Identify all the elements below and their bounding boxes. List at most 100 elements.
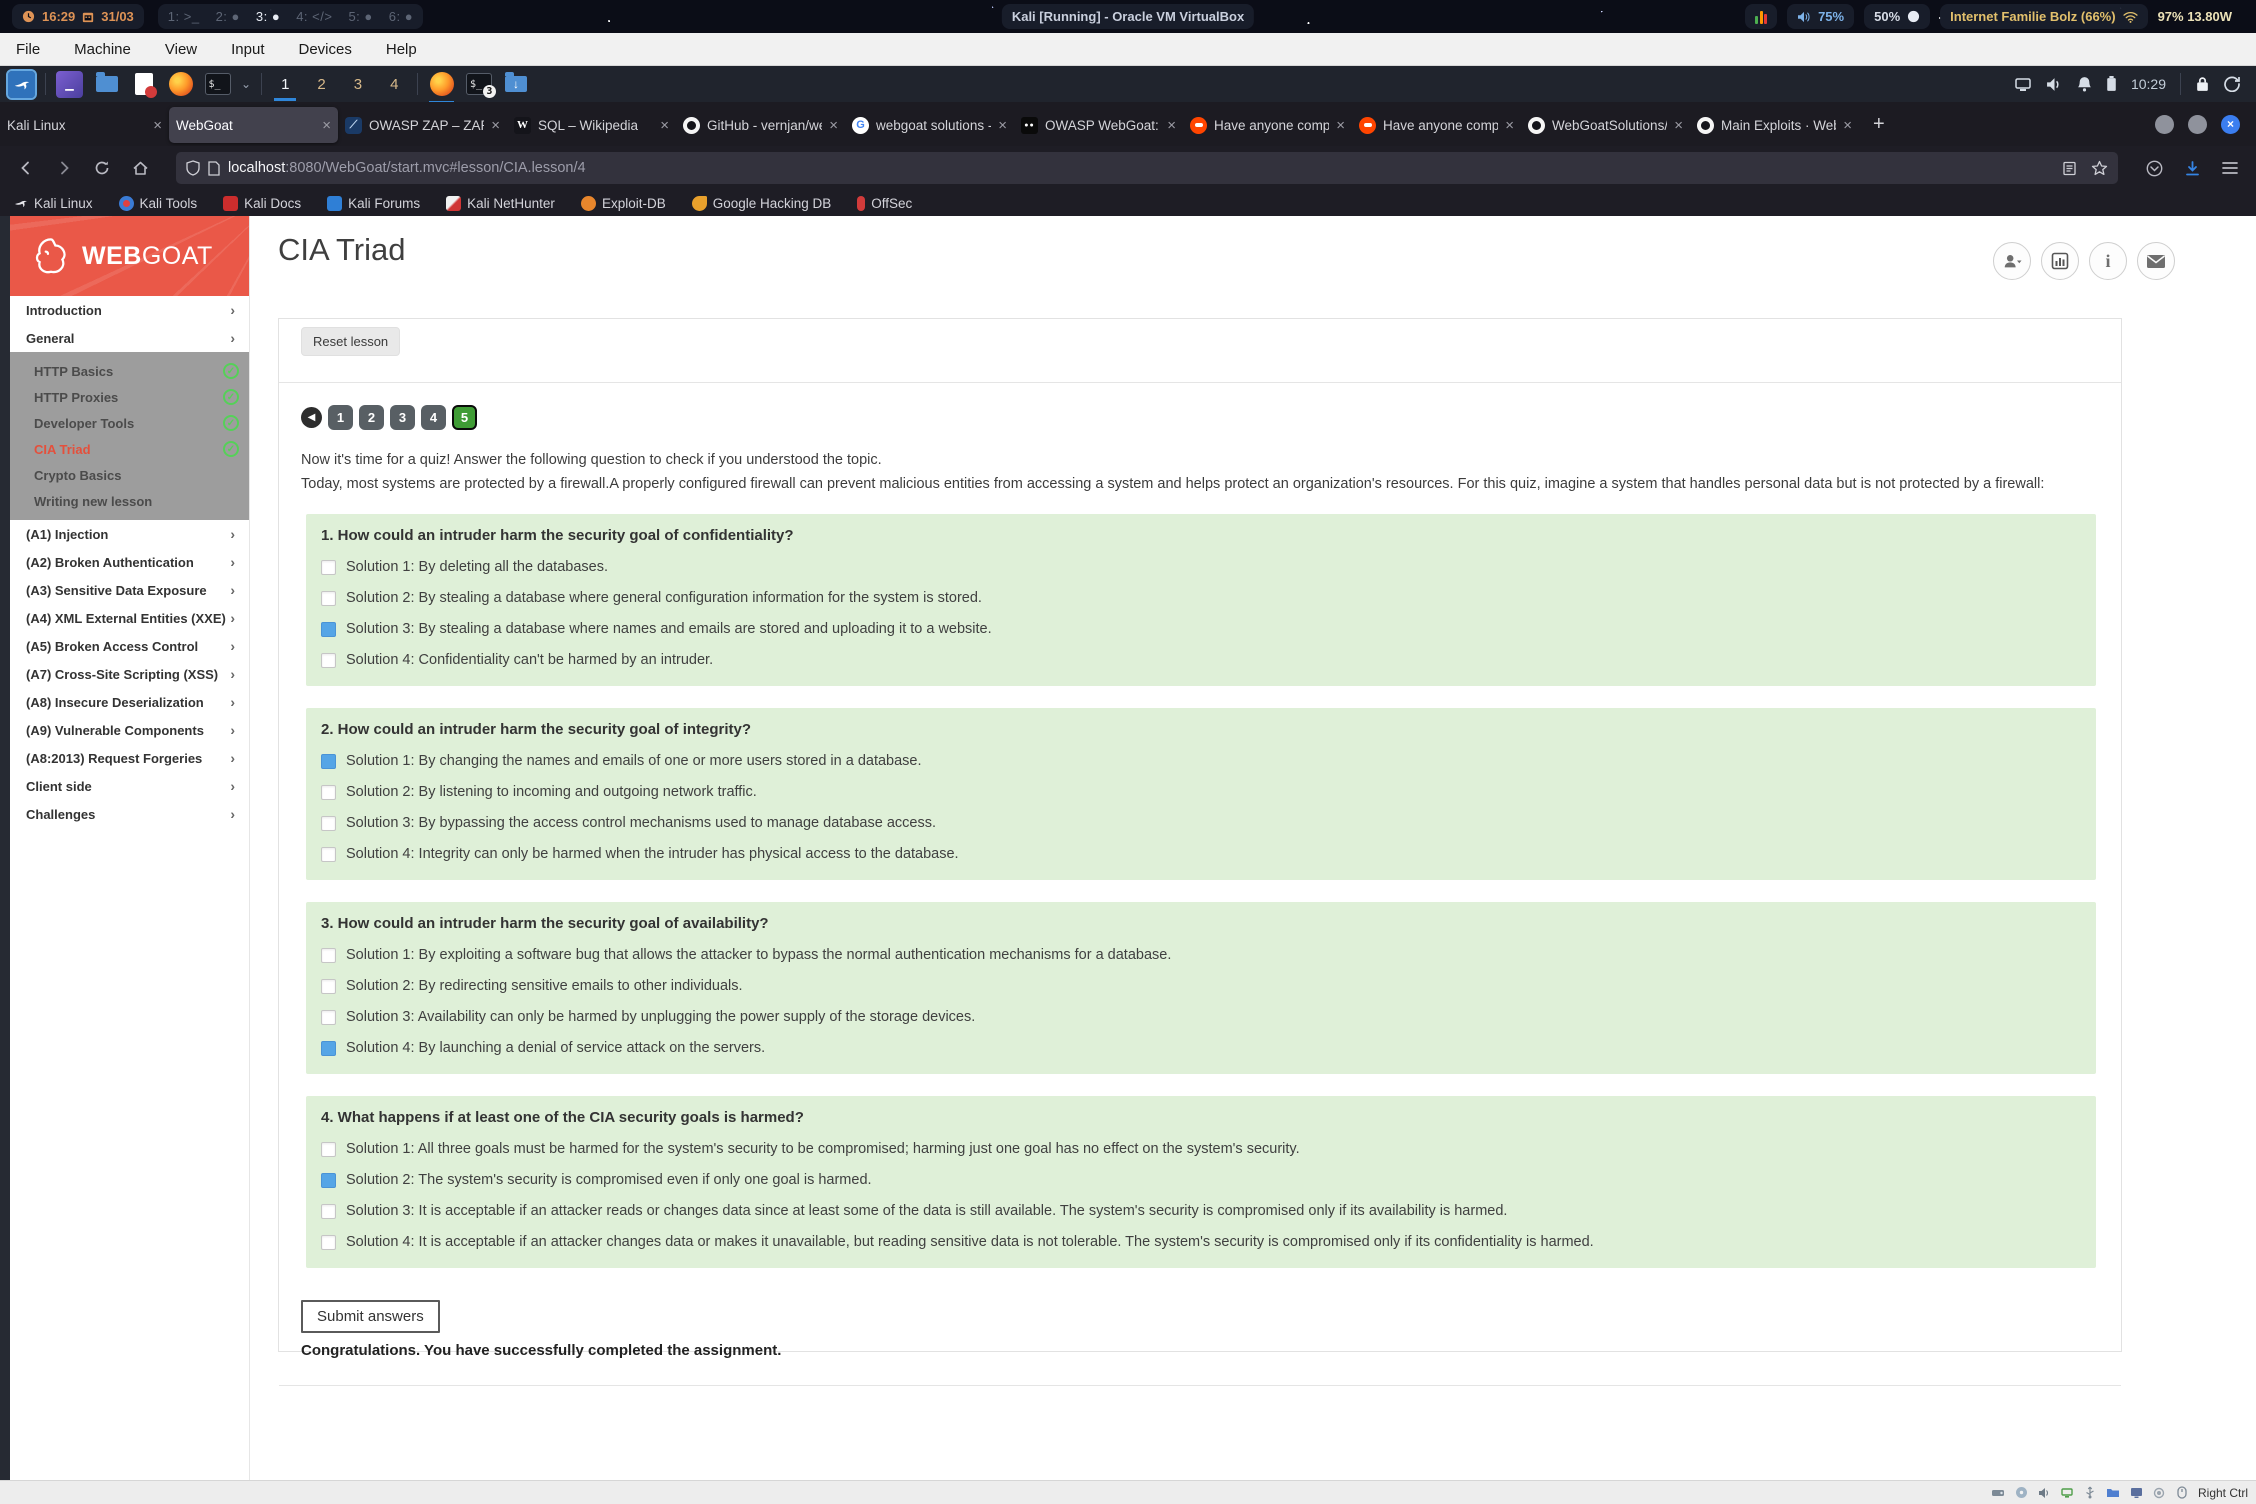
file-manager-launcher[interactable] (93, 71, 120, 98)
checkbox[interactable] (321, 1010, 336, 1025)
tab-close-icon[interactable]: × (1843, 117, 1852, 134)
page-info-icon[interactable] (208, 161, 220, 176)
checkbox[interactable] (321, 816, 336, 831)
sidebar-item-a7-xss[interactable]: (A7) Cross-Site Scripting (XSS)› (10, 660, 249, 688)
kali-menu-button[interactable] (8, 71, 35, 98)
reload-button[interactable] (86, 152, 118, 184)
workspace-3[interactable]: 3: ● (256, 9, 280, 24)
downloads-button[interactable] (2176, 152, 2208, 184)
menu-view[interactable]: View (165, 41, 197, 58)
tab-close-icon[interactable]: × (322, 117, 331, 134)
tab-webgoatsolutions[interactable]: WebGoatSolutions/S × (1521, 107, 1690, 143)
tab-close-icon[interactable]: × (153, 117, 162, 134)
firefox-window-button[interactable] (428, 71, 455, 98)
user-menu-button[interactable] (1993, 242, 2031, 280)
checkbox[interactable] (321, 1142, 336, 1157)
report-card-button[interactable] (2041, 242, 2079, 280)
shared-folders-status-icon[interactable] (2106, 1485, 2121, 1500)
lesson-http-basics[interactable]: HTTP Basics ✓ (10, 358, 249, 384)
menu-devices[interactable]: Devices (299, 41, 352, 58)
tab-kali-linux[interactable]: Kali Linux × (0, 107, 169, 143)
mouse-integration-status-icon[interactable] (2175, 1485, 2190, 1500)
tab-reddit-2[interactable]: Have anyone comple × (1352, 107, 1521, 143)
lesson-writing-new-lesson[interactable]: Writing new lesson ✓ (10, 488, 249, 514)
tab-close-icon[interactable]: × (998, 117, 1007, 134)
checkbox[interactable] (321, 847, 336, 862)
home-button[interactable] (124, 152, 156, 184)
recording-status-icon[interactable] (2152, 1485, 2167, 1500)
downloads-window-button[interactable] (502, 71, 529, 98)
workspace-5[interactable]: 5: ● (348, 9, 372, 24)
back-button[interactable] (10, 152, 42, 184)
answer-option[interactable]: Solution 3: Availability can only be har… (321, 1009, 2081, 1025)
workspace-1[interactable]: 1: >_ (168, 9, 200, 24)
bookmark-kali-docs[interactable]: Kali Docs (223, 196, 301, 211)
tab-webgoat[interactable]: WebGoat × (169, 107, 338, 143)
reset-lesson-button[interactable]: Reset lesson (301, 327, 400, 356)
audio-status-icon[interactable] (2037, 1485, 2052, 1500)
tab-close-icon[interactable]: × (1167, 117, 1176, 134)
vm-workspace-4[interactable]: 4 (381, 67, 407, 101)
sidebar-item-a2-broken-authentication[interactable]: (A2) Broken Authentication› (10, 548, 249, 576)
lesson-cia-triad[interactable]: CIA Triad ✓ (10, 436, 249, 462)
firefox-launcher[interactable] (167, 71, 194, 98)
workspace-6[interactable]: 6: ● (389, 9, 413, 24)
sidebar-item-challenges[interactable]: Challenges› (10, 800, 249, 828)
optical-disk-status-icon[interactable] (2014, 1485, 2029, 1500)
page-button-5[interactable]: 5 (452, 405, 477, 430)
sidebar-item-a8-2013-request-forgeries[interactable]: (A8:2013) Request Forgeries› (10, 744, 249, 772)
bookmark-google-hacking-db[interactable]: Google Hacking DB (692, 196, 832, 211)
checkbox[interactable] (321, 948, 336, 963)
url-bar[interactable]: localhost:8080/WebGoat/start.mvc#lesson/… (176, 152, 2118, 184)
answer-option[interactable]: Solution 2: By listening to incoming and… (321, 784, 2081, 800)
workspace-switcher[interactable]: 1: >_ 2: ● 3: ● 4: </> 5: ● 6: ● (158, 4, 423, 29)
checkbox[interactable] (321, 560, 336, 575)
checkbox[interactable] (321, 622, 336, 637)
tab-sql-wikipedia[interactable]: W SQL – Wikipedia × (507, 107, 676, 143)
display-status-icon[interactable] (2129, 1485, 2144, 1500)
bookmark-star-icon[interactable] (2091, 160, 2108, 176)
about-info-button[interactable]: i (2089, 242, 2127, 280)
submit-answers-button[interactable]: Submit answers (301, 1300, 440, 1333)
checkbox[interactable] (321, 785, 336, 800)
battery-icon[interactable] (2106, 76, 2117, 92)
tab-close-icon[interactable]: × (1674, 117, 1683, 134)
network-status-icon[interactable] (2060, 1485, 2075, 1500)
answer-option[interactable]: Solution 1: By exploiting a software bug… (321, 947, 2081, 963)
logout-icon[interactable] (2224, 76, 2240, 92)
brightness-widget[interactable]: 50% (1864, 4, 1930, 29)
menu-file[interactable]: File (16, 41, 40, 58)
sidebar-item-a5-broken-access-control[interactable]: (A5) Broken Access Control› (10, 632, 249, 660)
reader-mode-icon[interactable] (2062, 161, 2077, 176)
checkbox[interactable] (321, 979, 336, 994)
answer-option[interactable]: Solution 2: By redirecting sensitive ema… (321, 978, 2081, 994)
answer-option[interactable]: Solution 4: By launching a denial of ser… (321, 1040, 2081, 1056)
forward-button[interactable] (48, 152, 80, 184)
vm-workspace-1[interactable]: 1 (272, 67, 298, 101)
checkbox[interactable] (321, 1041, 336, 1056)
tab-reddit-1[interactable]: Have anyone comple × (1183, 107, 1352, 143)
checkbox[interactable] (321, 1204, 336, 1219)
tab-close-icon[interactable]: × (1505, 117, 1514, 134)
lesson-http-proxies[interactable]: HTTP Proxies ✓ (10, 384, 249, 410)
network-widget[interactable]: Internet Familie Bolz (66%) (1940, 4, 2147, 29)
answer-option[interactable]: Solution 4: Confidentiality can't be har… (321, 652, 2081, 668)
tab-close-icon[interactable]: × (1336, 117, 1345, 134)
vm-workspace-3[interactable]: 3 (345, 67, 371, 101)
clock-date-widget[interactable]: 16:29 31/03 (12, 4, 144, 29)
systray-app-icon[interactable] (1745, 4, 1777, 29)
sidebar-item-a3-sensitive-data-exposure[interactable]: (A3) Sensitive Data Exposure› (10, 576, 249, 604)
menu-help[interactable]: Help (386, 41, 417, 58)
tab-google-search[interactable]: G webgoat solutions - × (845, 107, 1014, 143)
tab-close-icon[interactable]: × (829, 117, 838, 134)
tab-main-exploits[interactable]: Main Exploits · WebG × (1690, 107, 1859, 143)
page-button-2[interactable]: 2 (359, 405, 384, 430)
volume-widget[interactable]: 75% (1787, 4, 1854, 29)
tab-owasp-webgoat[interactable]: ●● OWASP WebGoat: G × (1014, 107, 1183, 143)
answer-option[interactable]: Solution 4: It is acceptable if an attac… (321, 1234, 2081, 1250)
bookmark-kali-nethunter[interactable]: Kali NetHunter (446, 196, 555, 211)
sidebar-item-a1-injection[interactable]: (A1) Injection› (10, 520, 249, 548)
answer-option[interactable]: Solution 2: By stealing a database where… (321, 590, 2081, 606)
tab-close-icon[interactable]: × (660, 117, 669, 134)
previous-page-button[interactable]: ◀ (301, 407, 322, 428)
